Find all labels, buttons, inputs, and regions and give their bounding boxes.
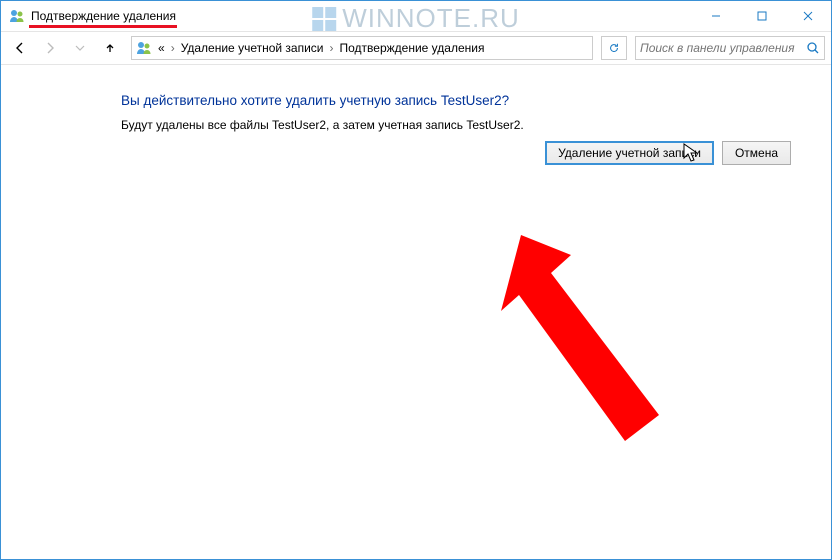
- user-accounts-icon: [136, 40, 152, 56]
- back-button[interactable]: [7, 35, 33, 61]
- search-box[interactable]: [635, 36, 825, 60]
- nav-toolbar: « › Удаление учетной записи › Подтвержде…: [1, 31, 831, 65]
- breadcrumb-item-1[interactable]: Удаление учетной записи: [181, 41, 324, 55]
- close-button[interactable]: [785, 1, 831, 31]
- chevron-right-icon: ›: [167, 41, 179, 55]
- minimize-button[interactable]: [693, 1, 739, 31]
- annotation-arrow: [501, 235, 671, 455]
- window: WINNOTE.RU Подтверждение удаления « › Уд: [0, 0, 832, 560]
- maximize-button[interactable]: [739, 1, 785, 31]
- page-body-text: Будут удалены все файлы TestUser2, а зат…: [121, 118, 791, 132]
- button-row: Удаление учетной записи Отмена: [545, 141, 791, 165]
- window-title: Подтверждение удаления: [31, 9, 176, 23]
- titlebar: Подтверждение удаления: [1, 1, 831, 31]
- forward-button[interactable]: [37, 35, 63, 61]
- search-icon: [806, 41, 820, 55]
- cancel-button[interactable]: Отмена: [722, 141, 791, 165]
- breadcrumb[interactable]: « › Удаление учетной записи › Подтвержде…: [131, 36, 593, 60]
- breadcrumb-overflow[interactable]: «: [158, 41, 165, 55]
- annotation-underline: [29, 25, 177, 28]
- chevron-right-icon: ›: [326, 41, 338, 55]
- delete-account-button[interactable]: Удаление учетной записи: [545, 141, 714, 165]
- window-controls: [693, 1, 831, 31]
- breadcrumb-item-2[interactable]: Подтверждение удаления: [340, 41, 485, 55]
- up-button[interactable]: [97, 35, 123, 61]
- content-area: Вы действительно хотите удалить учетную …: [1, 65, 831, 559]
- refresh-button[interactable]: [601, 36, 627, 60]
- search-input[interactable]: [640, 41, 806, 55]
- page-heading: Вы действительно хотите удалить учетную …: [121, 93, 791, 108]
- user-accounts-icon: [9, 8, 25, 24]
- recent-locations-button[interactable]: [67, 35, 93, 61]
